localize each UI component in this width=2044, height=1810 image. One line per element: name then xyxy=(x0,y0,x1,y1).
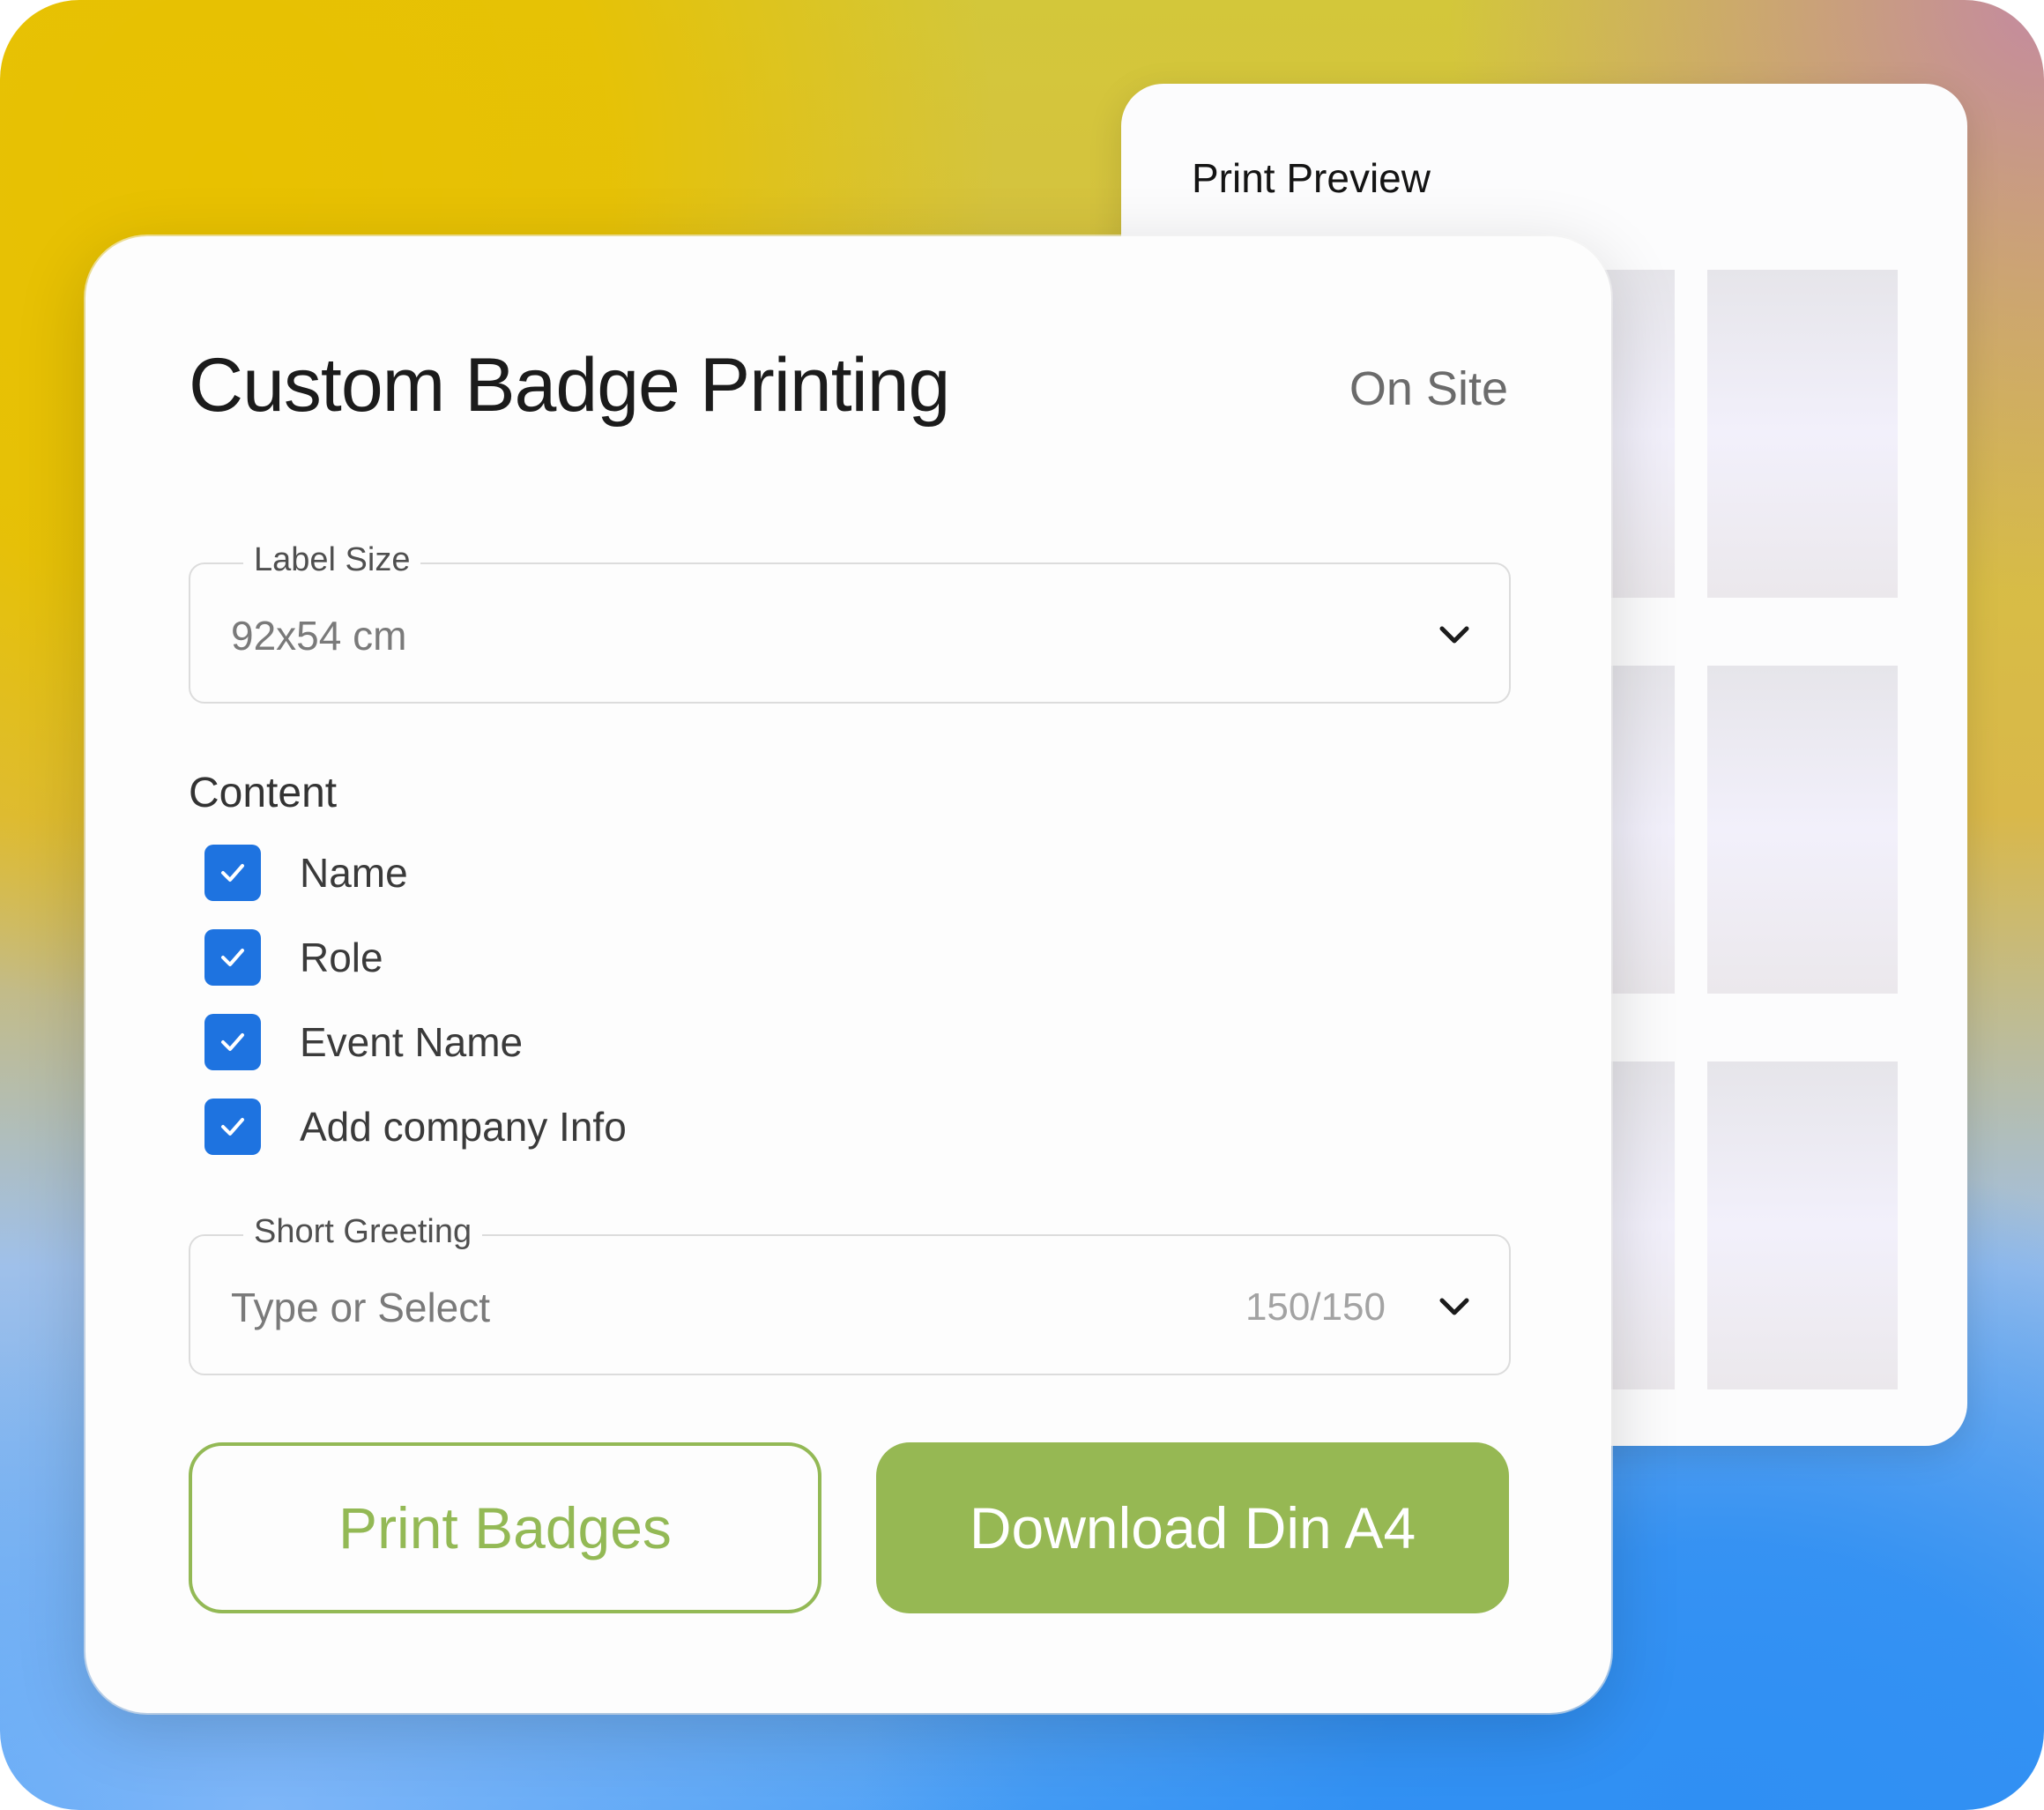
badge-preview-thumb xyxy=(1707,666,1898,994)
content-option-role[interactable]: Role xyxy=(204,929,383,986)
download-din-a4-button[interactable]: Download Din A4 xyxy=(876,1442,1509,1613)
content-option-event-name[interactable]: Event Name xyxy=(204,1014,523,1070)
chevron-down-icon[interactable] xyxy=(1437,617,1472,652)
checkbox-label: Name xyxy=(300,850,408,896)
badge-preview-thumb xyxy=(1707,1061,1898,1389)
label-size-value: 92x54 cm xyxy=(231,613,407,659)
content-section-title: Content xyxy=(189,770,338,816)
label-size-label: Label Size xyxy=(243,541,421,579)
checkbox-name[interactable] xyxy=(204,845,261,901)
checkbox-role[interactable] xyxy=(204,929,261,986)
checkbox-label: Role xyxy=(300,935,383,980)
checkmark-icon xyxy=(221,1118,244,1136)
checkbox-label: Event Name xyxy=(300,1019,524,1065)
short-greeting-placeholder: Type or Select xyxy=(231,1285,491,1330)
label-size-select[interactable]: Label Size 92x54 cm xyxy=(189,541,1511,704)
page-title: Custom Badge Printing xyxy=(189,343,950,428)
checkmark-icon xyxy=(221,864,244,882)
print-badges-button[interactable]: Print Badges xyxy=(189,1442,821,1613)
badge-preview-thumb xyxy=(1707,270,1898,598)
checkbox-label: Add company Info xyxy=(300,1104,627,1150)
short-greeting-input[interactable]: Short Greeting Type or Select 150/150 xyxy=(189,1213,1511,1375)
print-preview-title: Print Preview xyxy=(1192,155,1431,201)
status-badge: On Site xyxy=(1349,362,1508,415)
character-counter: 150/150 xyxy=(1245,1285,1386,1329)
checkmark-icon xyxy=(221,949,244,966)
badge-printing-card: Custom Badge Printing On Site Label Size… xyxy=(85,236,1611,1713)
content-option-name[interactable]: Name xyxy=(204,845,408,901)
chevron-down-icon[interactable] xyxy=(1437,1289,1472,1324)
content-option-company-info[interactable]: Add company Info xyxy=(204,1099,627,1155)
checkbox-company-info[interactable] xyxy=(204,1099,261,1155)
checkmark-icon xyxy=(221,1033,244,1051)
short-greeting-label: Short Greeting xyxy=(243,1213,483,1251)
checkbox-event-name[interactable] xyxy=(204,1014,261,1070)
